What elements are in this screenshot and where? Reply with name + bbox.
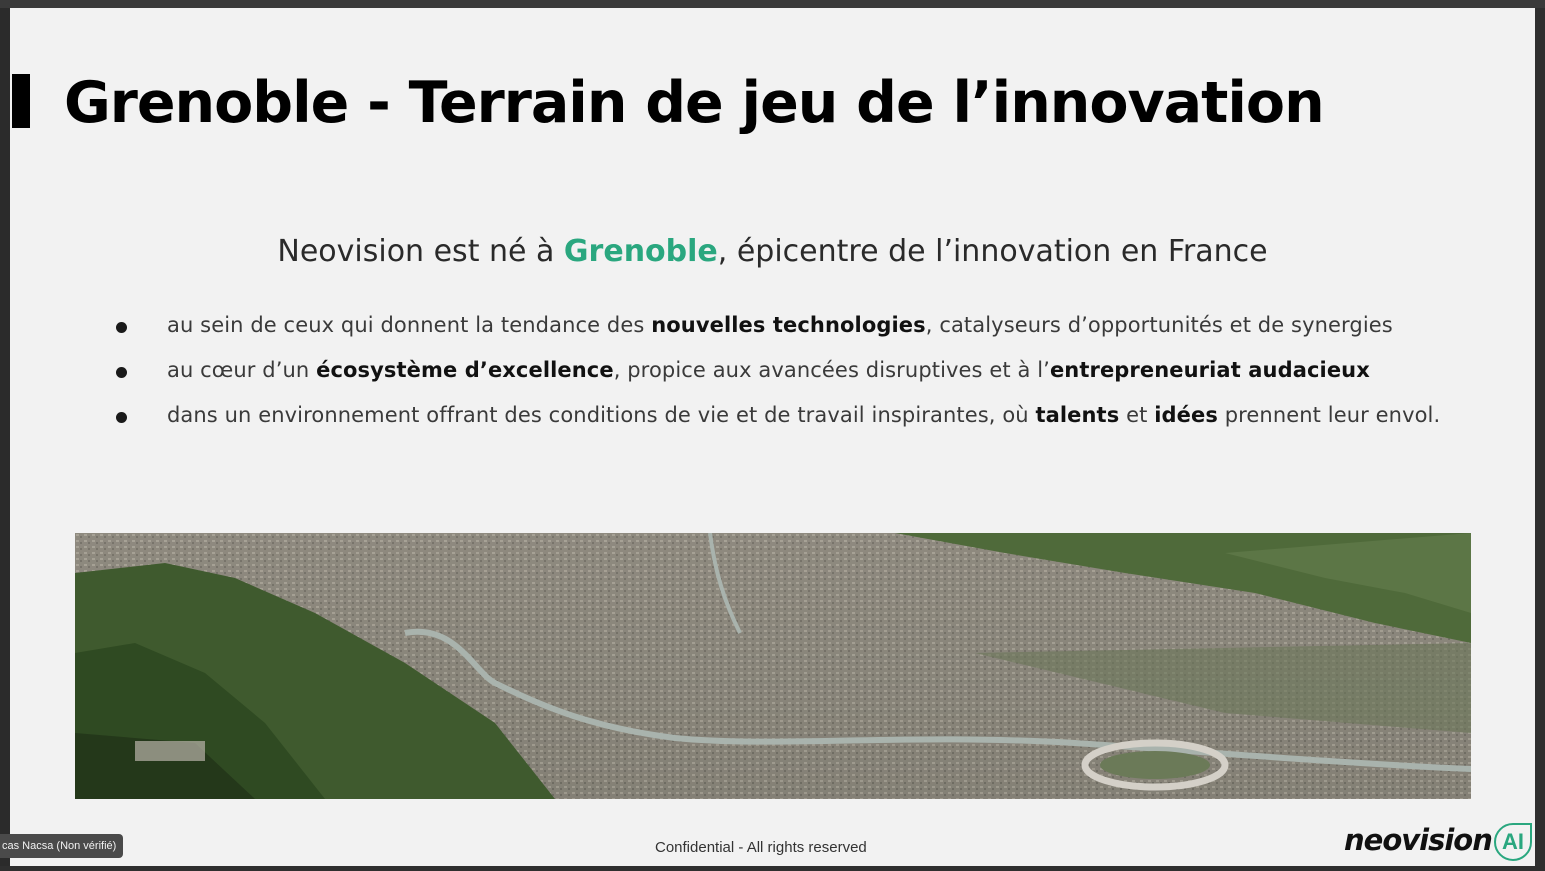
grenoble-panorama-photo — [75, 533, 1471, 799]
bullet-segment: au cœur d’un — [167, 358, 317, 382]
bullet-segment: prennent leur envol. — [1217, 403, 1441, 427]
bullet-segment: , catalyseurs d’opportunités et de syner… — [925, 313, 1393, 337]
bullet-segment: et — [1119, 403, 1155, 427]
bullet-segment: , propice aux avancées disruptives et à … — [613, 358, 1050, 382]
logo-wordmark: neovision — [1344, 823, 1493, 857]
bullet-dot-icon — [116, 322, 127, 333]
bullet-dot-icon — [116, 367, 127, 378]
slide-subtitle: Neovision est né à Grenoble, épicentre d… — [10, 234, 1535, 269]
logo-ai-badge: AI — [1494, 823, 1532, 861]
window-bottom-edge — [0, 866, 1545, 871]
confidential-footer: Confidential - All rights reserved — [655, 839, 867, 856]
bullet-text: au sein de ceux qui donnent la tendance … — [167, 313, 1393, 337]
subtitle-text-start: Neovision est né à — [277, 234, 564, 269]
presentation-slide: Grenoble - Terrain de jeu de l’innovatio… — [10, 8, 1535, 866]
neovision-logo: neovision AI — [1344, 818, 1532, 862]
bullet-emphasis: nouvelles technologies — [651, 313, 926, 337]
subtitle-highlight: Grenoble — [563, 234, 718, 269]
bullet-segment: au sein de ceux qui donnent la tendance … — [167, 313, 652, 337]
bullet-dot-icon — [116, 412, 127, 423]
subtitle-text-end: , épicentre de l’innovation en France — [717, 234, 1268, 269]
slide-title: Grenoble - Terrain de jeu de l’innovatio… — [64, 70, 1325, 136]
bullet-emphasis: écosystème d’excellence — [316, 358, 614, 382]
bullet-segment: dans un environnement offrant des condit… — [167, 403, 1036, 427]
bullet-emphasis: idées — [1154, 403, 1218, 427]
window-right-edge — [1535, 8, 1545, 871]
bullet-emphasis: entrepreneuriat audacieux — [1049, 358, 1370, 382]
bullet-emphasis: talents — [1035, 403, 1120, 427]
window-top-bar — [0, 0, 1545, 8]
title-accent-bar — [12, 74, 30, 128]
participant-name-tag: cas Nacsa (Non vérifié) — [0, 834, 124, 858]
bullet-text: au cœur d’un écosystème d’excellence, pr… — [167, 358, 1370, 382]
bullet-text: dans un environnement offrant des condit… — [167, 403, 1440, 427]
